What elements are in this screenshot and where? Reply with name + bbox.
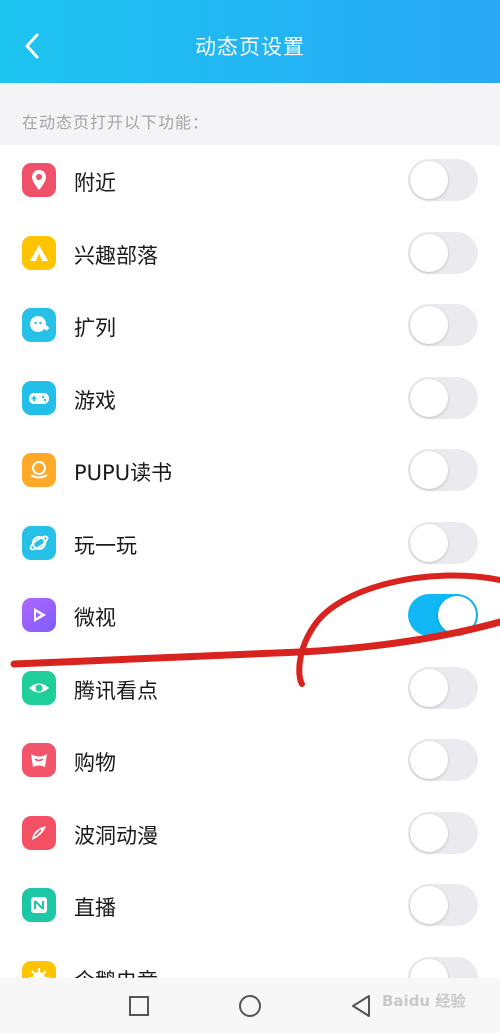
back-triangle-icon[interactable] (347, 992, 375, 1020)
toggle-switch[interactable] (408, 594, 478, 636)
planet-icon (22, 525, 56, 560)
toggle-switch[interactable] (408, 304, 478, 346)
toggle-switch[interactable] (408, 449, 478, 491)
toggle-switch[interactable] (408, 159, 478, 201)
item-label: 腾讯看点 (74, 678, 158, 703)
eye-icon (22, 670, 56, 705)
home-icon[interactable] (236, 992, 264, 1020)
item-label: 玩一玩 (74, 533, 137, 558)
toggle-switch[interactable] (408, 739, 478, 781)
item-label: 兴趣部落 (74, 243, 158, 268)
list-item: 微视 (0, 580, 500, 653)
list-item: 兴趣部落 (0, 217, 500, 290)
list-item: 直播 (0, 870, 500, 943)
toggle-knob (410, 523, 448, 562)
item-label: PUPU读书 (74, 461, 173, 485)
list-item: PUPU读书 (0, 435, 500, 508)
item-label: 扩列 (74, 316, 116, 340)
item-label: 直播 (74, 896, 116, 920)
toggle-knob (410, 378, 448, 417)
toggle-switch[interactable] (408, 666, 478, 709)
item-label: 游戏 (74, 388, 116, 413)
section-label: 在动态页打开以下功能： (22, 113, 210, 132)
toggle-switch[interactable] (408, 376, 478, 419)
item-label: 微视 (74, 606, 116, 630)
add-friend-icon (22, 308, 56, 342)
feature-list: 附近 兴趣部落 扩列 游戏 PUPU读书 玩一玩 微视 腾讯看点 购物 波洞动漫… (0, 145, 500, 1015)
list-item: 附近 (0, 145, 500, 218)
item-label: 附近 (74, 171, 116, 195)
title-bar: 动态页设置 (0, 0, 500, 83)
section-header: 在动态页打开以下功能： (0, 83, 500, 145)
toggle-switch[interactable] (408, 521, 478, 564)
play-video-icon (22, 598, 56, 632)
toggle-knob (410, 233, 448, 272)
toggle-switch[interactable] (408, 811, 478, 854)
book-icon (22, 453, 56, 487)
toggle-knob (410, 813, 448, 852)
gamepad-icon (22, 380, 56, 415)
toggle-knob (410, 306, 448, 344)
list-item: 玩一玩 (0, 507, 500, 580)
comic-icon (22, 815, 56, 850)
toggle-knob (410, 161, 448, 199)
tent-icon (22, 235, 56, 270)
page-title: 动态页设置 (195, 35, 305, 59)
location-pin-icon (22, 163, 56, 197)
list-item: 腾讯看点 (0, 652, 500, 725)
shopping-icon (22, 743, 56, 777)
list-item: 购物 (0, 725, 500, 798)
list-item: 波洞动漫 (0, 797, 500, 870)
toggle-switch[interactable] (408, 231, 478, 274)
watermark: Baidu 经验 (382, 992, 466, 1010)
list-item: 扩列 (0, 290, 500, 363)
item-label: 波洞动漫 (74, 823, 158, 848)
recent-apps-icon[interactable] (125, 992, 153, 1020)
toggle-switch[interactable] (408, 884, 478, 926)
toggle-knob (438, 596, 476, 634)
toggle-knob (410, 668, 448, 707)
toggle-knob (410, 886, 448, 924)
list-item: 游戏 (0, 362, 500, 435)
live-icon (22, 888, 56, 922)
item-label: 购物 (74, 751, 116, 775)
toggle-knob (410, 741, 448, 779)
toggle-knob (410, 451, 448, 489)
